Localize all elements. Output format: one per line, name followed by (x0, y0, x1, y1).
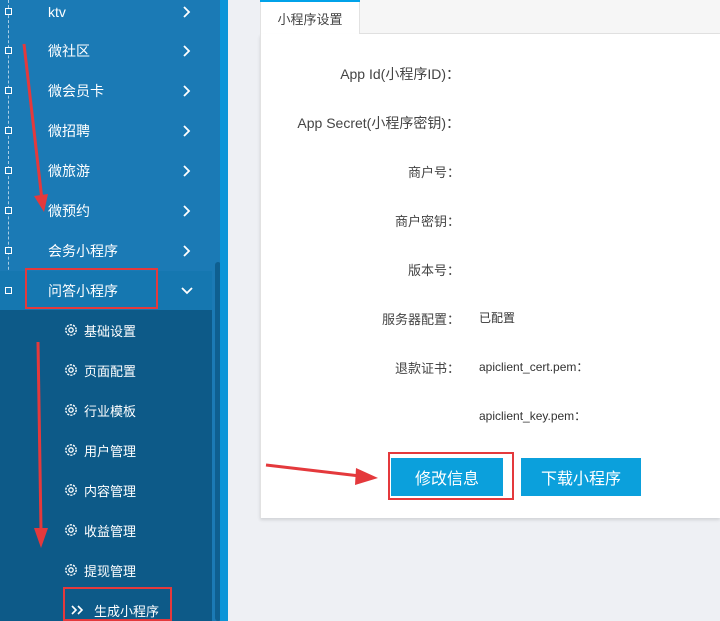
submenu-item-page-config[interactable]: 页面配置 (0, 350, 212, 390)
menu-item-label: 微预约 (48, 203, 90, 219)
menu-item-label: 会务小程序 (48, 243, 118, 259)
settings-panel: App Id(小程序ID)： App Secret(小程序密钥)： 商户号： 商… (260, 34, 720, 518)
tree-node-icon (5, 8, 12, 15)
gear-icon (65, 364, 77, 376)
gear-icon (65, 524, 77, 536)
submenu-qa-miniapp: 基础设置 页面配置 行业模板 用户管理 内容管理 收益管理 提现管理 生成小程序 (0, 310, 212, 621)
sidebar: ktv 微社区 微会员卡 微招聘 微旅游 微预约 会务小程序 问答小程序 基础设… (0, 0, 228, 621)
submenu-item-industry-template[interactable]: 行业模板 (0, 390, 212, 430)
field-label-version: 版本号： (407, 263, 460, 278)
submenu-item-label: 内容管理 (84, 483, 137, 499)
chevron-right-icon (183, 6, 191, 18)
menu-item-conference[interactable]: 会务小程序 (0, 231, 212, 271)
field-value-key-pem: apiclient_key.pem： (479, 409, 587, 423)
menu-item-label: 微会员卡 (48, 83, 104, 99)
field-label-merchant-key: 商户密钥： (394, 214, 460, 229)
tree-node-icon (5, 127, 12, 134)
chevron-down-icon (181, 287, 193, 295)
submenu-item-label: 基础设置 (84, 323, 137, 339)
chevron-right-icon (183, 85, 191, 97)
menu-item-community[interactable]: 微社区 (0, 31, 212, 71)
submenu-item-label: 页面配置 (84, 363, 137, 379)
chevron-right-icon (183, 165, 191, 177)
menu-item-label: 微招聘 (48, 123, 90, 139)
submenu-item-label: 用户管理 (84, 443, 137, 459)
tree-node-icon (5, 167, 12, 174)
field-label-app-secret: App Secret(小程序密钥)： (297, 115, 460, 131)
submenu-item-withdraw-management[interactable]: 提现管理 (0, 550, 212, 590)
tree-node-icon (5, 47, 12, 54)
submenu-item-content-management[interactable]: 内容管理 (0, 470, 212, 510)
menu-item-ktv[interactable]: ktv (0, 0, 212, 32)
highlight-box-qa-miniapp (25, 268, 158, 309)
menu-item-label: ktv (48, 4, 66, 20)
gear-icon (65, 564, 77, 576)
menu-item-booking[interactable]: 微预约 (0, 191, 212, 231)
field-label-server-config: 服务器配置： (381, 312, 460, 327)
field-label-merchant-id: 商户号： (407, 165, 460, 180)
main-content: 小程序设置 App Id(小程序ID)： App Secret(小程序密钥)： … (228, 0, 720, 621)
chevron-right-icon (183, 125, 191, 137)
tree-node-icon (5, 87, 12, 94)
chevron-right-icon (183, 45, 191, 57)
menu-item-label: 微社区 (48, 43, 90, 59)
tree-node-icon (5, 287, 12, 294)
tree-node-icon (5, 207, 12, 214)
highlight-box-generate-miniapp (63, 587, 172, 621)
field-value-server-config: 已配置 (479, 311, 516, 325)
tab-bar: 小程序设置 (260, 0, 720, 35)
submenu-item-label: 收益管理 (84, 523, 137, 539)
gear-icon (65, 324, 77, 336)
gear-icon (65, 404, 77, 416)
field-label-app-id: App Id(小程序ID)： (340, 66, 460, 82)
gear-icon (65, 484, 77, 496)
chevron-right-icon (183, 245, 191, 257)
highlight-box-edit-info (388, 452, 514, 500)
submenu-item-label: 提现管理 (84, 563, 137, 579)
menu-item-travel[interactable]: 微旅游 (0, 151, 212, 191)
menu-item-member-card[interactable]: 微会员卡 (0, 71, 212, 111)
sidebar-edge (220, 0, 228, 621)
field-label-refund-cert: 退款证书： (394, 361, 460, 376)
menu-item-label: 微旅游 (48, 163, 90, 179)
submenu-item-user-management[interactable]: 用户管理 (0, 430, 212, 470)
tab-miniapp-settings[interactable]: 小程序设置 (260, 0, 360, 35)
gear-icon (65, 444, 77, 456)
menu-item-recruit[interactable]: 微招聘 (0, 111, 212, 151)
download-miniapp-button[interactable]: 下载小程序 (521, 458, 641, 496)
chevron-right-icon (183, 205, 191, 217)
submenu-item-revenue-management[interactable]: 收益管理 (0, 510, 212, 550)
field-value-cert-pem: apiclient_cert.pem： (479, 360, 589, 374)
submenu-item-basic-settings[interactable]: 基础设置 (0, 310, 212, 350)
submenu-item-label: 行业模板 (84, 403, 137, 419)
tree-node-icon (5, 247, 12, 254)
